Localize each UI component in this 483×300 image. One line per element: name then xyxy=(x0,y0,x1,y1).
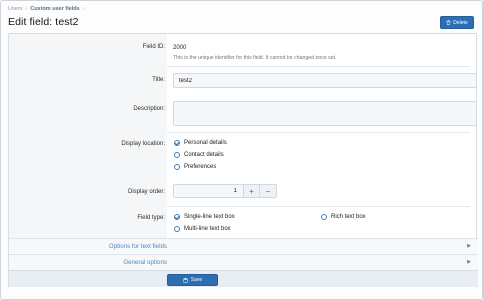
breadcrumb-custom-fields-link[interactable]: Custom user fields xyxy=(30,6,80,12)
radio-icon[interactable] xyxy=(321,214,327,220)
section-general-options[interactable]: General options ▶ xyxy=(9,254,478,270)
display-order-stepper: + − xyxy=(173,184,277,198)
delete-button-label: Delete xyxy=(453,19,468,26)
display-location-label: Display location: xyxy=(121,141,165,147)
divider xyxy=(167,206,470,207)
window-frame: Users › Custom user fields › Edit field:… xyxy=(0,0,483,300)
floppy-icon xyxy=(183,277,188,283)
field-type-label: Field type: xyxy=(137,215,165,221)
field-id-label: Field ID: xyxy=(142,44,165,50)
decrement-button[interactable]: − xyxy=(260,184,277,198)
breadcrumb-users-link[interactable]: Users xyxy=(8,6,22,12)
section-text-field-options[interactable]: Options for text fields ▶ xyxy=(9,238,478,254)
save-button-label: Save xyxy=(190,277,203,283)
option-label: Personal details xyxy=(184,140,227,146)
breadcrumb-separator: › xyxy=(25,6,28,12)
display-order-input[interactable] xyxy=(173,184,243,198)
display-order-label: Display order: xyxy=(127,189,165,195)
page-title: Edit field: test2 xyxy=(8,16,79,28)
option-label: Contact details xyxy=(184,152,224,158)
radio-checked-icon[interactable] xyxy=(174,214,180,220)
chevron-right-icon: ▶ xyxy=(467,259,471,265)
field-id-hint: This is the unique identifier for this f… xyxy=(173,55,337,61)
label-column xyxy=(9,34,167,270)
option-label: Multi-line text box xyxy=(184,226,231,232)
type-option-multi-line[interactable]: Multi-line text box xyxy=(174,226,231,232)
delete-button[interactable]: Delete xyxy=(440,16,474,29)
save-button[interactable]: Save xyxy=(167,274,218,286)
divider xyxy=(167,132,470,133)
chevron-right-icon: ▶ xyxy=(467,243,471,249)
section-label: General options xyxy=(123,259,167,266)
section-label: Options for text fields xyxy=(108,243,167,250)
option-label: Single-line text box xyxy=(184,214,235,220)
breadcrumb-separator: › xyxy=(82,6,85,12)
title-input[interactable] xyxy=(173,73,477,88)
option-label: Rich text box xyxy=(331,214,366,220)
divider xyxy=(167,66,470,67)
edit-form: Field ID: 2000 This is the unique identi… xyxy=(8,33,478,287)
increment-button[interactable]: + xyxy=(243,184,260,198)
title-label: Title: xyxy=(152,77,165,83)
radio-icon[interactable] xyxy=(174,226,180,232)
option-label: Preferences xyxy=(184,164,217,170)
radio-checked-icon[interactable] xyxy=(174,140,180,146)
location-option-contact[interactable]: Contact details xyxy=(174,152,224,158)
description-input[interactable] xyxy=(173,101,477,126)
breadcrumb: Users › Custom user fields › xyxy=(8,6,85,12)
type-option-rich-text[interactable]: Rich text box xyxy=(321,214,366,220)
form-footer: Save xyxy=(9,270,478,287)
radio-icon[interactable] xyxy=(174,152,180,158)
description-label: Description: xyxy=(133,106,165,112)
radio-icon[interactable] xyxy=(174,164,180,170)
trash-icon xyxy=(446,20,451,25)
location-option-personal[interactable]: Personal details xyxy=(174,140,227,146)
field-id-value: 2000 xyxy=(173,45,187,51)
type-option-single-line[interactable]: Single-line text box xyxy=(174,214,235,220)
location-option-preferences[interactable]: Preferences xyxy=(174,164,216,170)
